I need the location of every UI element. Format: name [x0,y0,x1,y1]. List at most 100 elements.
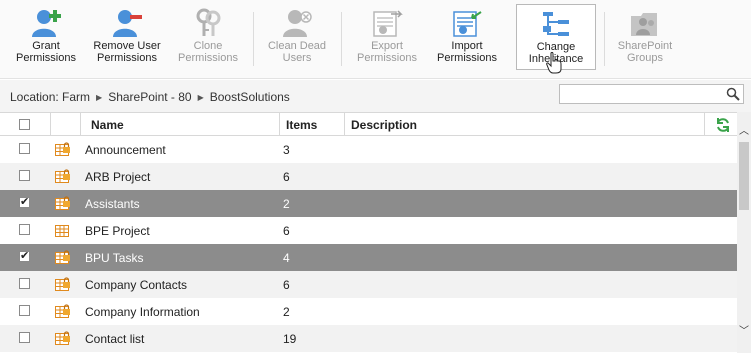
clone-permissions-label-2: Permissions [178,52,238,64]
import-permissions-label-2: Permissions [437,52,497,64]
row-name: BPU Tasks [85,251,144,265]
row-items: 2 [283,305,290,319]
row-checkbox[interactable]: ✔ [19,250,30,262]
breadcrumb-arrow-icon: ▶ [197,93,204,102]
inheritance-tree-icon [543,12,569,36]
list-icon [55,225,69,237]
locked-list-icon [55,250,70,264]
breadcrumb: Location: Farm ▶ SharePoint - 80 ▶ BoostSolu… [10,90,290,104]
locked-list-icon [55,304,70,318]
ribbon-separator [341,12,342,66]
search-icon[interactable] [726,87,740,101]
row-name: Company Information [85,305,200,319]
scroll-up-icon[interactable]: ︿ [739,122,749,137]
row-checkbox[interactable] [19,224,30,235]
column-divider [50,113,51,136]
row-checkbox[interactable] [19,278,30,289]
table-row[interactable]: ARB Project 6 [0,163,737,190]
table-row[interactable]: Company Contacts 6 [0,271,737,298]
user-remove-icon [113,10,142,37]
locked-list-icon [55,169,70,183]
row-items: 4 [283,251,290,265]
row-items: 6 [283,278,290,292]
export-icon [373,10,403,37]
ribbon-toolbar: Grant Permissions Remove User Permission… [0,0,751,79]
row-name: Announcement [85,143,166,157]
table-row[interactable]: BPE Project 6 [0,217,737,244]
remove-user-permissions-label-2: Permissions [97,52,157,64]
hand-cursor-icon [546,52,562,74]
column-divider [344,113,345,136]
ribbon-separator [253,12,254,66]
remove-user-permissions-button[interactable]: Remove User Permissions [90,4,164,70]
row-checkbox[interactable] [19,305,30,316]
import-permissions-label-1: Import [451,40,483,52]
table-row[interactable]: Company Information 2 [0,298,737,325]
row-items: 6 [283,170,290,184]
clean-dead-users-label-1: Clean Dead [267,40,327,52]
column-header-name[interactable]: Name [91,118,124,132]
refresh-icon[interactable] [715,117,731,133]
table-row[interactable]: Contact list 19 [0,325,737,352]
checkmark-icon: ✔ [20,196,30,208]
locked-list-icon [55,331,70,345]
sharepoint-groups-label-1: SharePoint [617,40,673,52]
location-label: Location: [10,90,59,104]
row-name: Company Contacts [85,278,188,292]
row-items: 2 [283,197,290,211]
user-add-icon [32,10,61,37]
table-row[interactable]: ✔ Assistants 2 [0,190,737,217]
keys-icon [196,8,221,36]
table-row[interactable]: ✔ BPU Tasks 4 [0,244,737,271]
row-name: Assistants [85,197,140,211]
column-divider [279,113,280,136]
column-header-description[interactable]: Description [351,118,417,132]
scroll-down-icon[interactable]: ﹀ [739,322,749,337]
vertical-scrollbar[interactable]: ︿ ﹀ [737,112,751,353]
search-box[interactable] [559,84,744,104]
select-all-checkbox[interactable] [19,119,30,130]
row-checkbox[interactable] [19,170,30,181]
clean-dead-users-label-2: Users [282,52,312,64]
row-checkbox[interactable] [19,332,30,343]
locked-list-icon [55,196,70,210]
export-permissions-label-2: Permissions [357,52,417,64]
grant-permissions-label-2: Permissions [16,52,76,64]
row-name: BPE Project [85,224,150,238]
export-permissions-button[interactable]: Export Permissions [349,4,425,70]
table-row[interactable]: Announcement 3 [0,136,737,163]
import-icon [453,11,482,37]
breadcrumb-item-boostsolutions[interactable]: BoostSolutions [210,90,290,104]
breadcrumb-item-sharepoint-80[interactable]: SharePoint - 80 [108,90,191,104]
clean-dead-users-button[interactable]: Clean Dead Users [260,4,334,70]
remove-user-permissions-label-1: Remove User [93,40,161,52]
row-items: 19 [283,332,297,346]
sharepoint-groups-button[interactable]: SharePoint Groups [610,4,680,70]
row-name: ARB Project [85,170,151,184]
export-permissions-label-1: Export [371,40,403,52]
locked-list-icon [55,277,70,291]
grant-permissions-button[interactable]: Grant Permissions [8,4,84,70]
user-clean-icon [283,10,312,37]
grid-header: Name Items Description [0,112,737,136]
import-permissions-button[interactable]: Import Permissions [430,4,504,70]
column-divider [80,113,81,136]
row-name: Contact list [85,332,145,346]
checkmark-icon: ✔ [20,250,30,262]
ribbon-separator [604,12,605,66]
row-items: 3 [283,143,290,157]
grant-permissions-label-1: Grant [32,40,60,52]
sharepoint-groups-label-2: Groups [626,52,664,64]
breadcrumb-arrow-icon: ▶ [96,93,103,102]
row-checkbox[interactable] [19,143,30,154]
scrollbar-thumb[interactable] [739,142,749,210]
column-header-items[interactable]: Items [286,118,317,132]
clone-permissions-label-1: Clone [193,40,223,52]
row-items: 6 [283,224,290,238]
group-folder-icon [631,13,657,36]
column-divider [704,113,705,136]
locked-list-icon [55,142,70,156]
clone-permissions-button[interactable]: Clone Permissions [170,4,246,70]
row-checkbox[interactable]: ✔ [19,196,30,208]
breadcrumb-item-farm[interactable]: Farm [62,90,90,104]
